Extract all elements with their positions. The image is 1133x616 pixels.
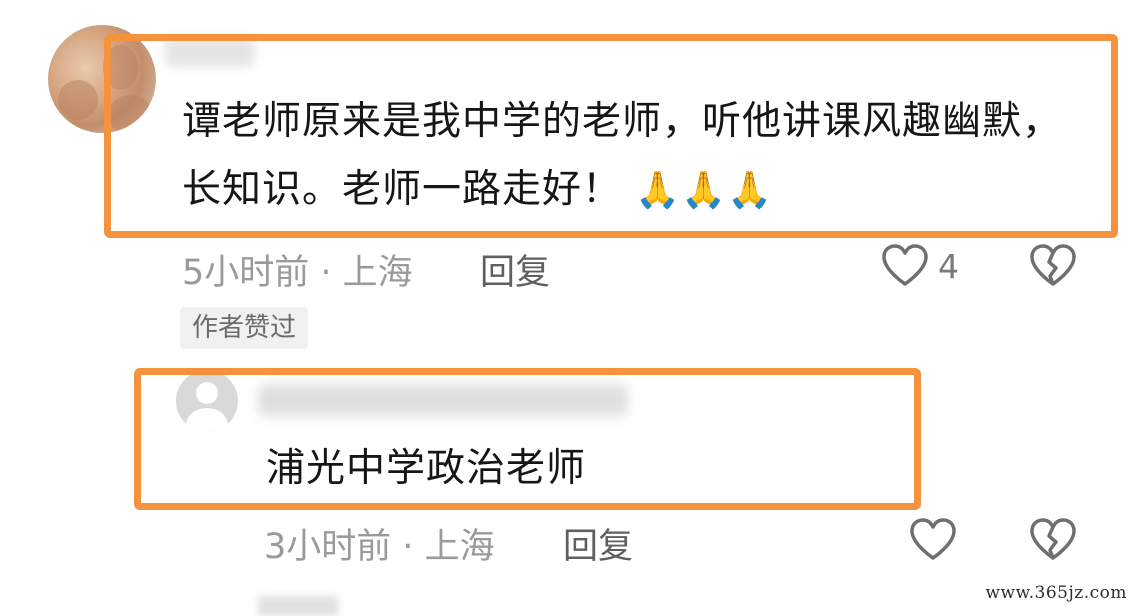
broken-heart-icon[interactable] — [1028, 516, 1078, 562]
comment-time-location: 5小时前 · 上海 — [182, 253, 413, 293]
broken-heart-icon[interactable] — [1028, 242, 1078, 288]
like-count: 4 — [938, 247, 959, 286]
reply-button[interactable]: 回复 — [563, 518, 633, 569]
highlight-box — [134, 368, 921, 510]
heart-icon[interactable] — [908, 516, 958, 562]
highlight-box — [104, 34, 1118, 238]
watermark: www.365jz.com — [985, 583, 1127, 603]
author-liked-badge: 作者赞过 — [180, 307, 309, 349]
next-comment-partial — [258, 596, 338, 616]
comment-time-location: 3小时前 · 上海 — [264, 527, 495, 567]
reply-button[interactable]: 回复 — [480, 244, 550, 295]
heart-icon[interactable] — [880, 242, 930, 288]
